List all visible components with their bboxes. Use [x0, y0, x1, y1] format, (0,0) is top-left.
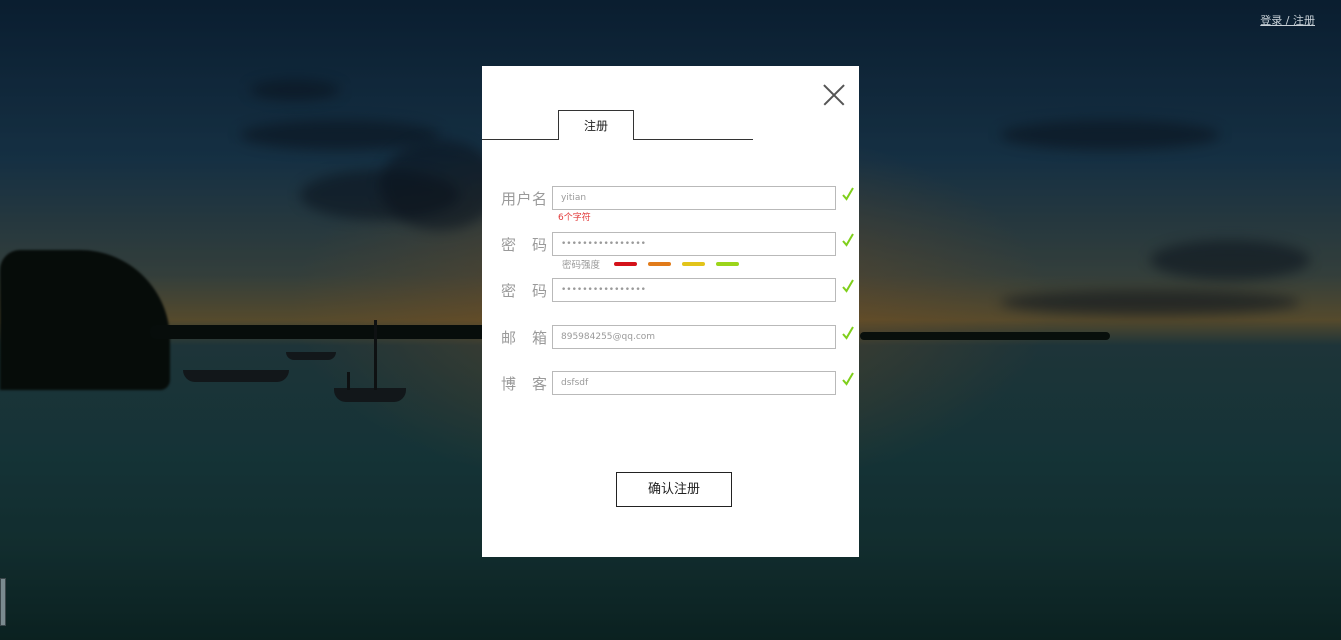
password-strength: 密码强度: [562, 256, 842, 271]
blog-label: 博 客: [501, 375, 547, 393]
strength-bar-good: [682, 262, 705, 266]
strength-label: 密码强度: [562, 260, 601, 271]
login-register-link[interactable]: 登录 / 注册: [1260, 12, 1315, 28]
blog-row: 博 客 dsfsdf: [482, 371, 859, 397]
close-icon[interactable]: [823, 84, 845, 106]
username-hint: 6个字符: [558, 213, 591, 223]
tab-register[interactable]: 注册: [558, 110, 634, 140]
register-modal: 注册 用户名 yitian 6个字符 密 码 •••••••••••••••• …: [482, 66, 859, 557]
side-scroll-handle[interactable]: [0, 578, 6, 626]
tab-divider-left: [482, 139, 559, 140]
confirm-password-label: 密 码: [501, 282, 547, 300]
username-row: 用户名 yitian: [482, 186, 859, 212]
check-icon: [842, 326, 854, 340]
strength-bar-fair: [648, 262, 671, 266]
blog-input[interactable]: dsfsdf: [552, 371, 836, 395]
email-input[interactable]: 895984255@qq.com: [552, 325, 836, 349]
check-icon: [842, 187, 854, 201]
password-label: 密 码: [501, 236, 547, 254]
email-row: 邮 箱 895984255@qq.com: [482, 325, 859, 351]
confirm-password-row: 密 码 ••••••••••••••••: [482, 278, 859, 304]
username-input[interactable]: yitian: [552, 186, 836, 210]
username-label: 用户名: [501, 190, 547, 208]
check-icon: [842, 279, 854, 293]
strength-bar-strong: [716, 262, 739, 266]
password-row: 密 码 ••••••••••••••••: [482, 232, 859, 258]
email-label: 邮 箱: [501, 329, 547, 347]
check-icon: [842, 372, 854, 386]
password-input[interactable]: ••••••••••••••••: [552, 232, 836, 256]
confirm-password-input[interactable]: ••••••••••••••••: [552, 278, 836, 302]
strength-bar-weak: [614, 262, 637, 266]
check-icon: [842, 233, 854, 247]
tab-divider-right: [634, 139, 753, 140]
confirm-register-button[interactable]: 确认注册: [616, 472, 732, 507]
